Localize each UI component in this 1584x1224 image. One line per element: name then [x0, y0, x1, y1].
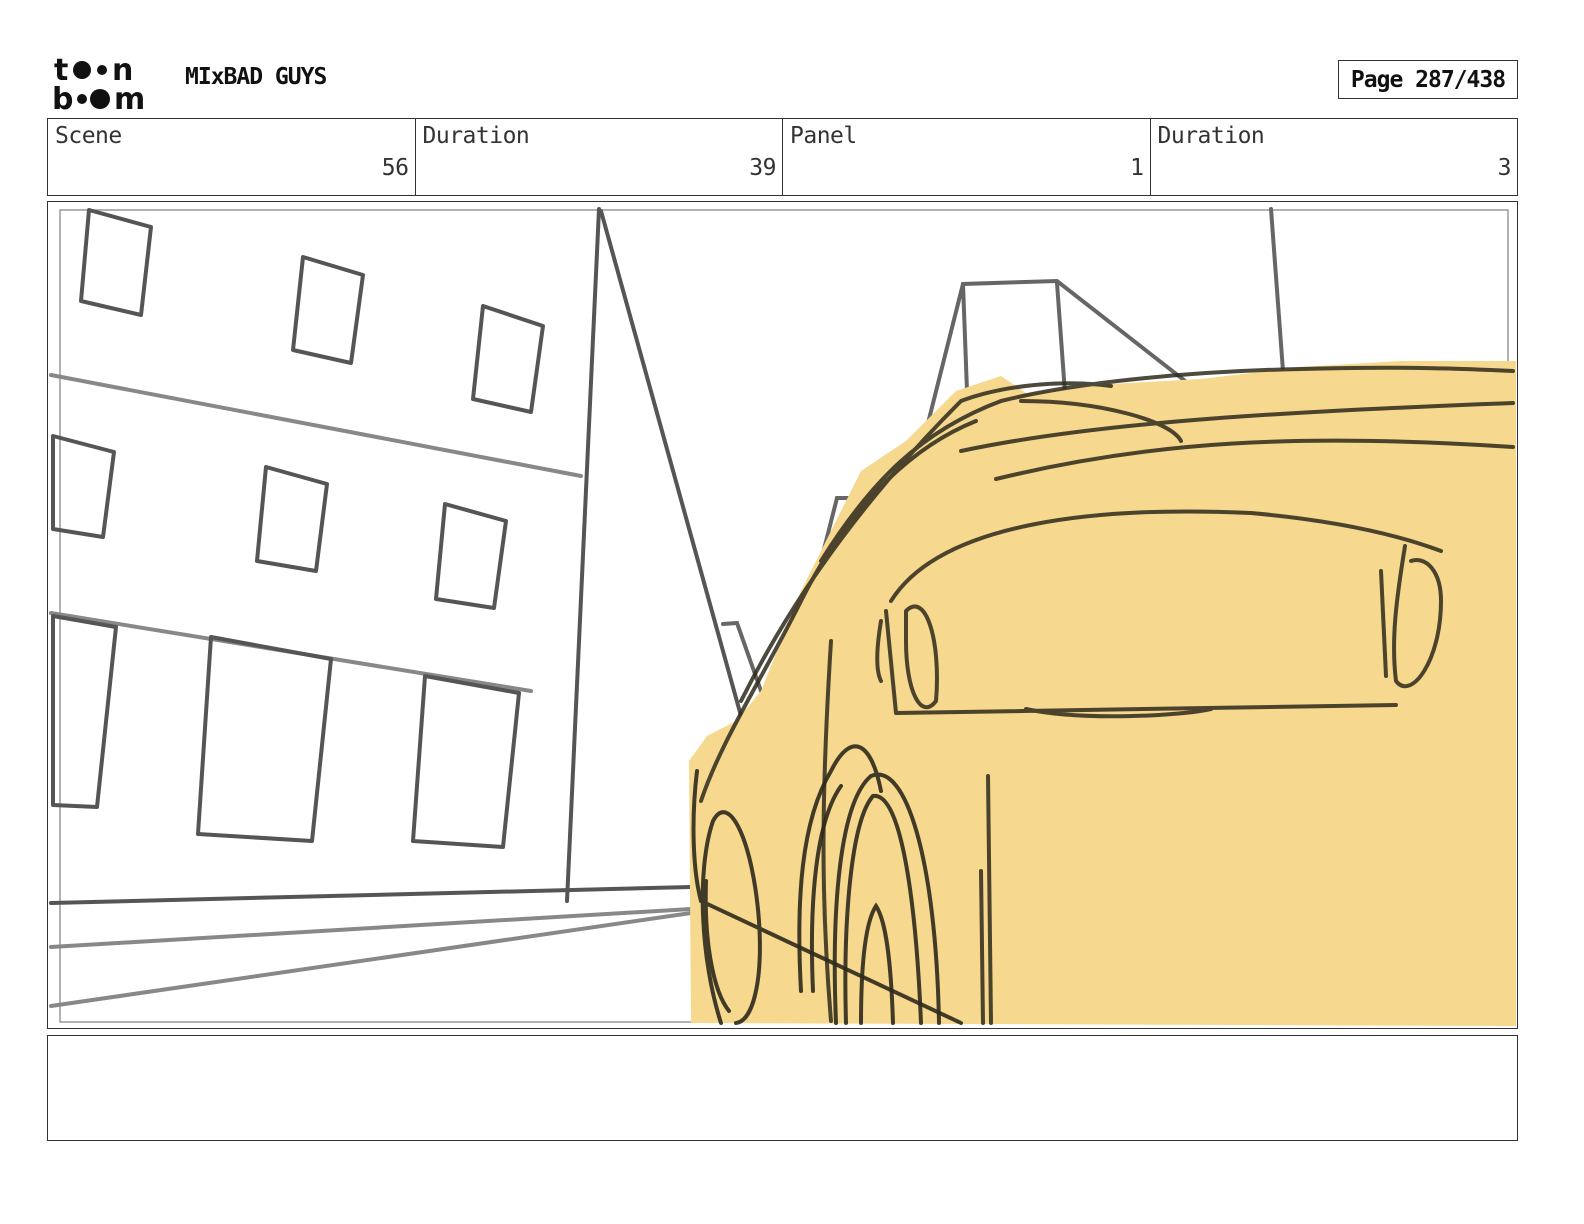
scene-duration-label: Duration — [422, 123, 530, 149]
project-title: MIxBAD GUYS — [185, 64, 327, 90]
page-number: Page 287/438 — [1338, 60, 1518, 99]
scene-value: 56 — [381, 155, 409, 181]
panel-label: Panel — [790, 123, 857, 149]
dialogue-notes-box — [47, 1035, 1518, 1141]
panel-info-row: Scene 56 Duration 39 Panel 1 Duration 3 — [47, 118, 1518, 196]
storyboard-panel-image — [47, 201, 1518, 1029]
svg-text:m: m — [114, 82, 145, 112]
scene-cell: Scene 56 — [48, 119, 416, 195]
scene-duration-cell: Duration 39 — [416, 119, 783, 195]
scene-label: Scene — [55, 123, 122, 149]
svg-text:b: b — [52, 82, 73, 112]
panel-duration-value: 3 — [1497, 155, 1512, 181]
panel-cell: Panel 1 — [783, 119, 1151, 195]
storyboard-sketch — [49, 207, 1516, 1026]
scene-duration-value: 39 — [749, 155, 776, 181]
panel-duration-cell: Duration 3 — [1151, 119, 1518, 195]
toon-boom-logo: t n b m — [52, 53, 145, 112]
panel-duration-label: Duration — [1157, 123, 1265, 149]
panel-value: 1 — [1130, 155, 1144, 181]
